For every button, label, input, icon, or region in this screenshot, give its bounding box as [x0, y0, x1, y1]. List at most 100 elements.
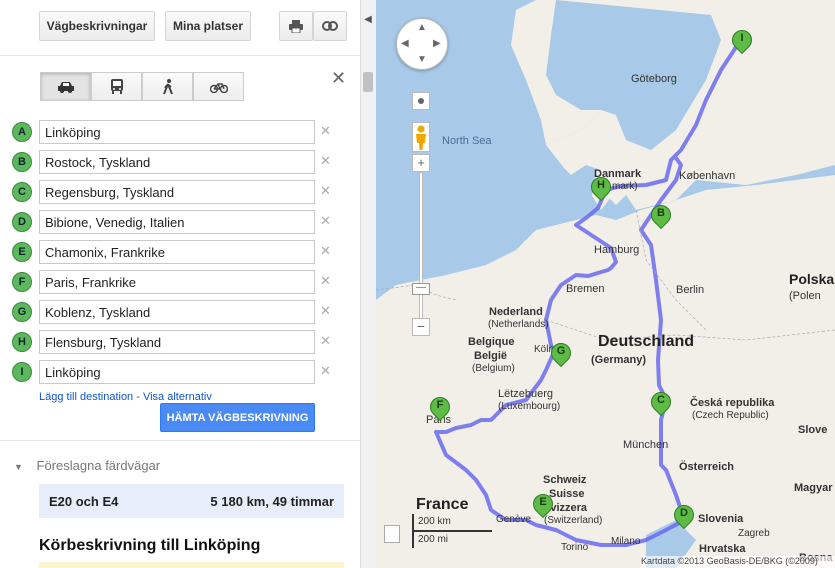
map-label-slovenia: Slovenia — [698, 513, 744, 525]
zoom-track[interactable] — [419, 172, 423, 320]
waypoint-input[interactable] — [39, 240, 315, 264]
map-label-letzebuerg: Lëtzebuerg — [498, 388, 554, 400]
marker-letter: G — [556, 345, 566, 357]
suggested-routes-toggle[interactable]: ▼ Föreslagna färdvägar — [14, 458, 160, 473]
my-places-button[interactable]: Mina platser — [165, 11, 251, 41]
print-icon — [289, 19, 303, 33]
waypoint-input[interactable] — [39, 210, 315, 234]
pegman-icon — [416, 125, 426, 150]
remove-waypoint-icon[interactable]: ✕ — [320, 333, 331, 349]
pan-right-icon[interactable]: ▶ — [433, 38, 441, 49]
waypoint-row: B✕ — [12, 150, 352, 174]
map-label-belgique: Belgique — [468, 336, 515, 348]
scale-mi-label: 200 mi — [418, 534, 449, 545]
waypoint-input[interactable] — [39, 150, 315, 174]
marker-letter: B — [657, 207, 665, 219]
remove-waypoint-icon[interactable]: ✕ — [320, 183, 331, 199]
pan-down-icon[interactable]: ▼ — [417, 54, 427, 65]
map-label-osterreich: Österreich — [679, 461, 735, 473]
waypoint-marker-icon[interactable]: D — [12, 212, 32, 232]
add-destination-link[interactable]: Lägg till destination — [39, 391, 133, 403]
mode-bike[interactable] — [193, 72, 244, 101]
marker-letter: H — [597, 179, 605, 191]
map-marker-c[interactable]: C — [646, 387, 676, 422]
map-label-danmark-sub: mark) — [612, 181, 638, 192]
toolbar-divider — [0, 55, 360, 56]
waypoint-input[interactable] — [39, 300, 315, 324]
waypoint-row: I✕ — [12, 360, 352, 384]
zoom-out-button[interactable]: − — [412, 318, 430, 336]
scale-km-label: 200 km — [418, 516, 451, 527]
link-button[interactable] — [313, 11, 347, 41]
pan-left-icon[interactable]: ◀ — [401, 38, 409, 49]
directions-panel: Vägbeskrivningar Mina platser ✕ A✕B✕C✕D✕… — [0, 0, 360, 568]
bike-icon — [209, 82, 228, 93]
remove-waypoint-icon[interactable]: ✕ — [320, 363, 331, 379]
waypoint-row: A✕ — [12, 120, 352, 144]
pan-up-icon[interactable]: ▲ — [417, 22, 427, 33]
map-label-hrvatska: Hrvatska — [699, 543, 746, 555]
map-marker-h[interactable]: H — [586, 172, 616, 207]
remove-waypoint-icon[interactable]: ✕ — [320, 243, 331, 259]
car-icon — [57, 81, 74, 93]
route-summary: 5 180 km, 49 timmar — [210, 494, 334, 509]
map-marker-e[interactable]: E — [528, 489, 558, 524]
scrollbar-thumb[interactable] — [363, 72, 373, 92]
map-label-torino: Torino — [561, 542, 589, 553]
directions-button[interactable]: Vägbeskrivningar — [39, 11, 155, 41]
map-label-magyar: Magyar — [794, 482, 833, 494]
driving-directions-title: Körbeskrivning till Linköping — [39, 537, 261, 554]
remove-waypoint-icon[interactable]: ✕ — [320, 123, 331, 139]
waypoint-input[interactable] — [39, 360, 315, 384]
waypoint-marker-icon[interactable]: G — [12, 302, 32, 322]
route-name: E20 och E4 — [49, 494, 119, 509]
waypoint-marker-icon[interactable]: F — [12, 272, 32, 292]
panel-scrollbar[interactable]: ◀ — [360, 0, 376, 568]
route-option[interactable]: E20 och E4 5 180 km, 49 timmar — [39, 484, 344, 518]
waypoint-marker-icon[interactable]: E — [12, 242, 32, 262]
remove-waypoint-icon[interactable]: ✕ — [320, 153, 331, 169]
remove-waypoint-icon[interactable]: ✕ — [320, 213, 331, 229]
pegman-button[interactable] — [412, 122, 430, 152]
map-label-slove: Slove — [798, 424, 828, 436]
reset-view-button[interactable] — [412, 92, 430, 110]
waypoint-input[interactable] — [39, 330, 315, 354]
map-label-deutschland: Deutschland — [598, 333, 695, 350]
map-marker-d[interactable]: D — [669, 500, 699, 535]
close-icon[interactable]: ✕ — [331, 68, 346, 89]
waypoint-marker-icon[interactable]: B — [12, 152, 32, 172]
map-marker-b[interactable]: B — [646, 200, 676, 235]
map-marker-i[interactable]: I — [727, 25, 757, 60]
waypoint-input[interactable] — [39, 180, 315, 204]
zoom-slider-handle[interactable]: — — [412, 283, 430, 295]
mode-walk[interactable] — [142, 72, 193, 101]
waypoint-row: F✕ — [12, 270, 352, 294]
show-options-link[interactable]: Visa alternativ — [143, 391, 212, 403]
remove-waypoint-icon[interactable]: ✕ — [320, 273, 331, 289]
map-view[interactable]: Göteborg North Sea Danmark mark) Københa… — [376, 0, 835, 568]
map-label-berlin: Berlin — [676, 284, 705, 296]
waypoint-row: E✕ — [12, 240, 352, 264]
collapse-panel-icon[interactable]: ◀ — [361, 14, 375, 25]
map-label-nederland-sub: (Netherlands) — [488, 319, 549, 330]
pan-control[interactable]: ▲ ▼ ◀ ▶ — [396, 18, 448, 70]
waypoint-marker-icon[interactable]: I — [12, 362, 32, 382]
waypoint-marker-icon[interactable]: A — [12, 122, 32, 142]
scale-bar: 200 km 200 mi — [412, 514, 494, 548]
get-directions-button[interactable]: HÄMTA VÄGBESKRIVNING — [160, 403, 315, 432]
remove-waypoint-icon[interactable]: ✕ — [320, 303, 331, 319]
form-divider — [0, 440, 360, 441]
street-view-thumbnail[interactable] — [384, 525, 400, 543]
map-marker-f[interactable]: F — [425, 392, 455, 427]
mode-car[interactable] — [40, 72, 91, 101]
map-label-hamburg: Hamburg — [594, 244, 640, 256]
mode-transit[interactable] — [91, 72, 142, 101]
waypoint-marker-icon[interactable]: H — [12, 332, 32, 352]
waypoint-marker-icon[interactable]: C — [12, 182, 32, 202]
map-marker-g[interactable]: G — [546, 338, 576, 373]
waypoint-input[interactable] — [39, 270, 315, 294]
walk-icon — [162, 78, 173, 94]
print-button[interactable] — [279, 11, 313, 41]
zoom-in-button[interactable]: + — [412, 154, 430, 172]
waypoint-input[interactable] — [39, 120, 315, 144]
